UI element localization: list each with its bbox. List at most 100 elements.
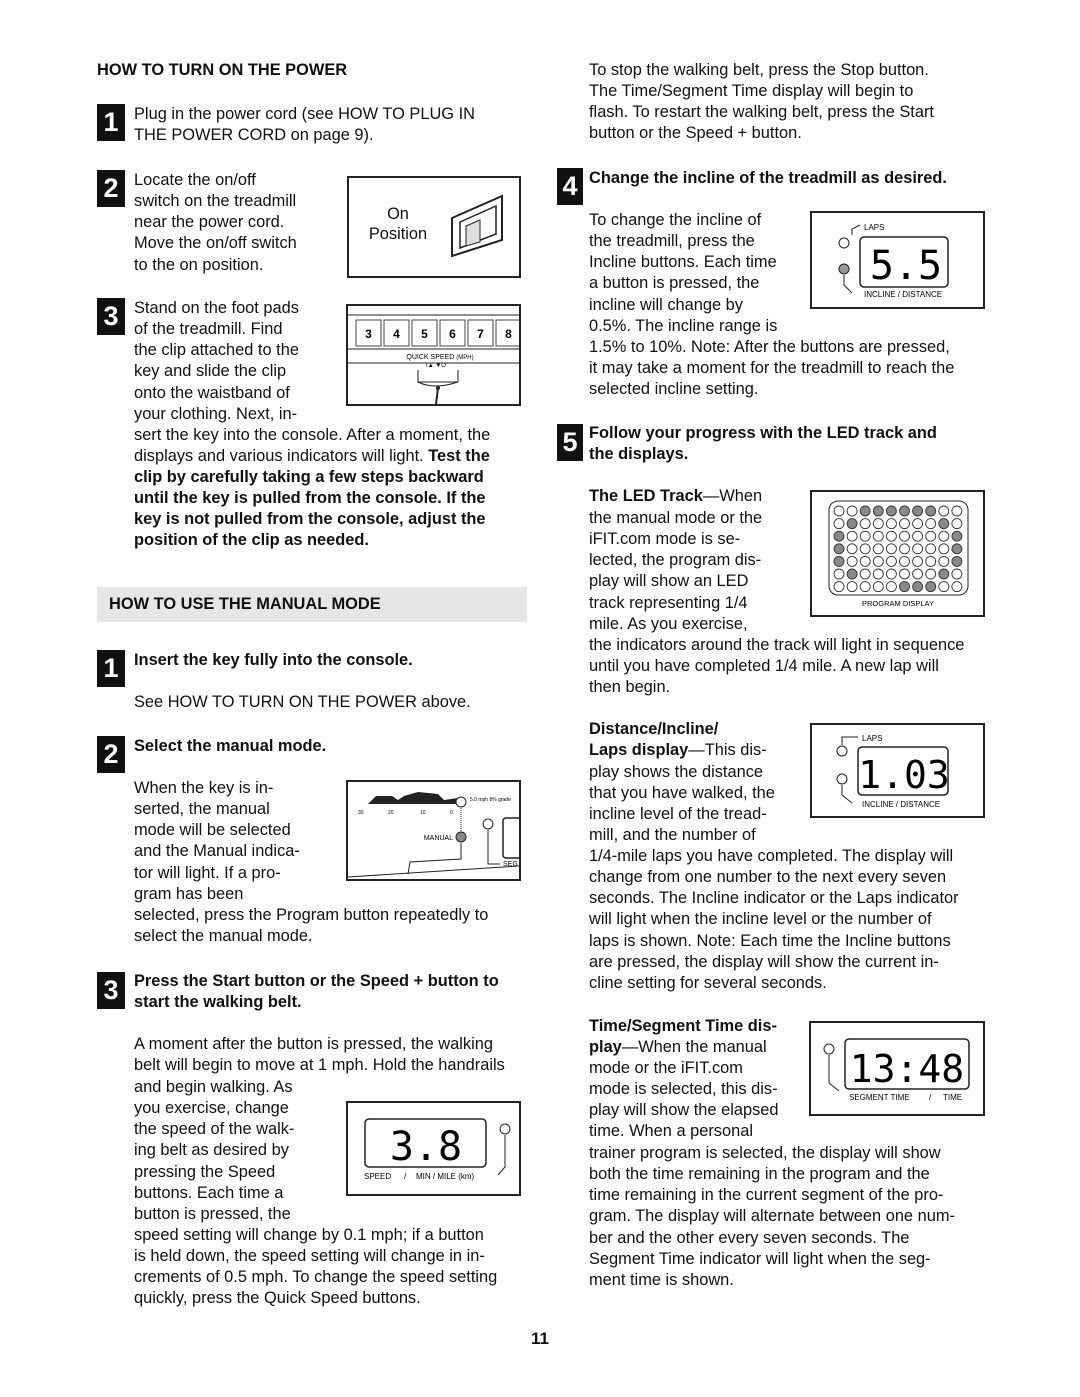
led-track-continued: the indicators around the track will lig… bbox=[589, 636, 965, 697]
manual-label: MANUAL bbox=[424, 835, 453, 842]
led-unlit bbox=[859, 555, 871, 567]
incline-display-illustration: LAPS 5.5 INCLINE / DISTANCE bbox=[838, 223, 949, 299]
led-unlit bbox=[846, 543, 858, 555]
stop-text: To stop the walking belt, press the Stop… bbox=[589, 61, 934, 143]
led-unlit bbox=[885, 530, 897, 542]
led-lit bbox=[899, 581, 910, 593]
step-number-4: 4 bbox=[557, 168, 583, 205]
led-unlit bbox=[925, 530, 937, 542]
speed-value: 3.8 bbox=[390, 1124, 462, 1170]
led-lit bbox=[925, 581, 937, 593]
led-unlit bbox=[833, 581, 845, 593]
manual-step3-continued: speed setting will change by 0.1 mph; if… bbox=[134, 1226, 498, 1308]
manual-heading: HOW TO USE THE MANUAL MODE bbox=[109, 595, 381, 613]
led-unlit bbox=[885, 518, 897, 530]
svg-text:/: / bbox=[929, 1093, 932, 1102]
led-lit bbox=[885, 505, 897, 517]
led-unlit bbox=[938, 581, 950, 593]
quick-speed-label: QUICK SPEED (MPH) bbox=[406, 354, 473, 361]
speed-display-figure: 3.8 SPEED / MIN / MILE (km) bbox=[346, 1101, 521, 1196]
led-unlit bbox=[925, 543, 937, 555]
power-step3-warning: clip by carefully taking a few steps bac… bbox=[134, 468, 486, 550]
led-unlit bbox=[938, 543, 950, 555]
manual-step2-continued: selected, press the Program button repea… bbox=[134, 906, 489, 946]
led-lit bbox=[938, 518, 950, 530]
led-unlit bbox=[938, 555, 950, 567]
led-unlit bbox=[899, 518, 910, 530]
svg-text:INCLINE / DISTANCE: INCLINE / DISTANCE bbox=[862, 800, 940, 809]
led-unlit bbox=[951, 568, 963, 580]
manual-step2-title: Select the manual mode. bbox=[134, 737, 327, 755]
led-lit bbox=[833, 555, 845, 567]
quick-speed-figure: QUICK SPEED (MPH) I▲ ▼O 3 4 5 6 7 8 bbox=[346, 304, 522, 406]
manual-step3-title: Press the Start button or the Speed + bu… bbox=[134, 972, 499, 1012]
time-display-illustration: 13:48 SEGMENT TIME / TIME bbox=[823, 1038, 970, 1102]
time-label: TIME bbox=[943, 1093, 962, 1102]
led-unlit bbox=[925, 568, 937, 580]
quick-speed-arrows: I▲ ▼O bbox=[426, 363, 446, 369]
led-track-illustration: PROGRAM DISPLAY bbox=[828, 500, 969, 608]
time-display-figure: 13:48 SEGMENT TIME / TIME bbox=[809, 1021, 985, 1116]
led-lit bbox=[872, 505, 884, 517]
led-unlit bbox=[899, 543, 910, 555]
power-step3-continued: sert the key into the console. After a m… bbox=[134, 425, 534, 467]
led-unlit bbox=[833, 568, 845, 580]
step-number-5: 5 bbox=[557, 424, 583, 461]
led-lit bbox=[846, 518, 858, 530]
manual-indicator-light bbox=[455, 831, 467, 843]
led-unlit bbox=[912, 568, 924, 580]
led-lit bbox=[951, 530, 963, 542]
led-lit bbox=[859, 505, 871, 517]
led-unlit bbox=[899, 568, 910, 580]
step4-continued: 1.5% to 10%. Note: After the buttons are… bbox=[589, 338, 955, 399]
led-lit bbox=[846, 568, 858, 580]
svg-text:LAPS: LAPS bbox=[862, 734, 882, 743]
led-track-title: The LED Track—When bbox=[589, 487, 763, 505]
led-lit bbox=[951, 555, 963, 567]
step4-title: Change the incline of the treadmill as d… bbox=[589, 169, 947, 187]
manual-indicator-illustration: 30 20 10 0 5.0 mph 8% grade MANUAL SEG bbox=[347, 792, 524, 878]
manual-indicator-figure: 30 20 10 0 5.0 mph 8% grade MANUAL SEG bbox=[346, 780, 524, 881]
time-title-1: Time/Segment Time dis- bbox=[589, 1017, 777, 1035]
led-unlit bbox=[846, 581, 858, 593]
on-off-switch-figure: On Position bbox=[347, 176, 521, 278]
speed-display-illustration: 3.8 SPEED / MIN / MILE (km) bbox=[364, 1118, 511, 1181]
led-unlit bbox=[872, 518, 884, 530]
svg-text:INCLINE / DISTANCE: INCLINE / DISTANCE bbox=[864, 290, 942, 299]
led-lit bbox=[833, 543, 845, 555]
led-unlit bbox=[951, 581, 963, 593]
step4-text: To change the incline of the treadmill, … bbox=[589, 211, 778, 335]
led-unlit bbox=[912, 543, 924, 555]
step-number-2: 2 bbox=[97, 736, 125, 773]
led-unlit bbox=[912, 530, 924, 542]
manual-step2-text: When the key is in- serted, the manual m… bbox=[134, 779, 300, 903]
led-unlit bbox=[833, 518, 845, 530]
incline-value: 5.5 bbox=[870, 243, 942, 289]
led-lit bbox=[938, 568, 950, 580]
power-step1-text: Plug in the power cord (see HOW TO PLUG … bbox=[134, 105, 475, 145]
step-number-1: 1 bbox=[97, 104, 125, 141]
step-number-3: 3 bbox=[97, 972, 125, 1009]
led-unlit bbox=[833, 505, 845, 517]
svg-text:LAPS: LAPS bbox=[864, 223, 884, 232]
step-number-1: 1 bbox=[97, 650, 125, 687]
program-display-figure: PROGRAM DISPLAY bbox=[810, 490, 985, 617]
led-lit bbox=[912, 581, 924, 593]
led-unlit bbox=[859, 530, 871, 542]
led-unlit bbox=[859, 518, 871, 530]
quick-speed-key-label: 6 bbox=[449, 327, 456, 341]
led-unlit bbox=[885, 581, 897, 593]
power-heading: HOW TO TURN ON THE POWER bbox=[97, 61, 348, 79]
distance-title-1: Distance/Incline/ bbox=[589, 720, 719, 738]
led-unlit bbox=[846, 555, 858, 567]
led-unlit bbox=[859, 543, 871, 555]
led-unlit bbox=[885, 568, 897, 580]
segment-time-label: SEGMENT TIME bbox=[849, 1093, 910, 1102]
power-step2-text: Locate the on/off switch on the treadmil… bbox=[134, 171, 297, 274]
led-unlit bbox=[938, 505, 950, 517]
led-unlit bbox=[872, 555, 884, 567]
led-unlit bbox=[912, 555, 924, 567]
led-unlit bbox=[872, 568, 884, 580]
svg-text:20: 20 bbox=[388, 810, 394, 816]
program-display-label: PROGRAM DISPLAY bbox=[862, 599, 934, 608]
